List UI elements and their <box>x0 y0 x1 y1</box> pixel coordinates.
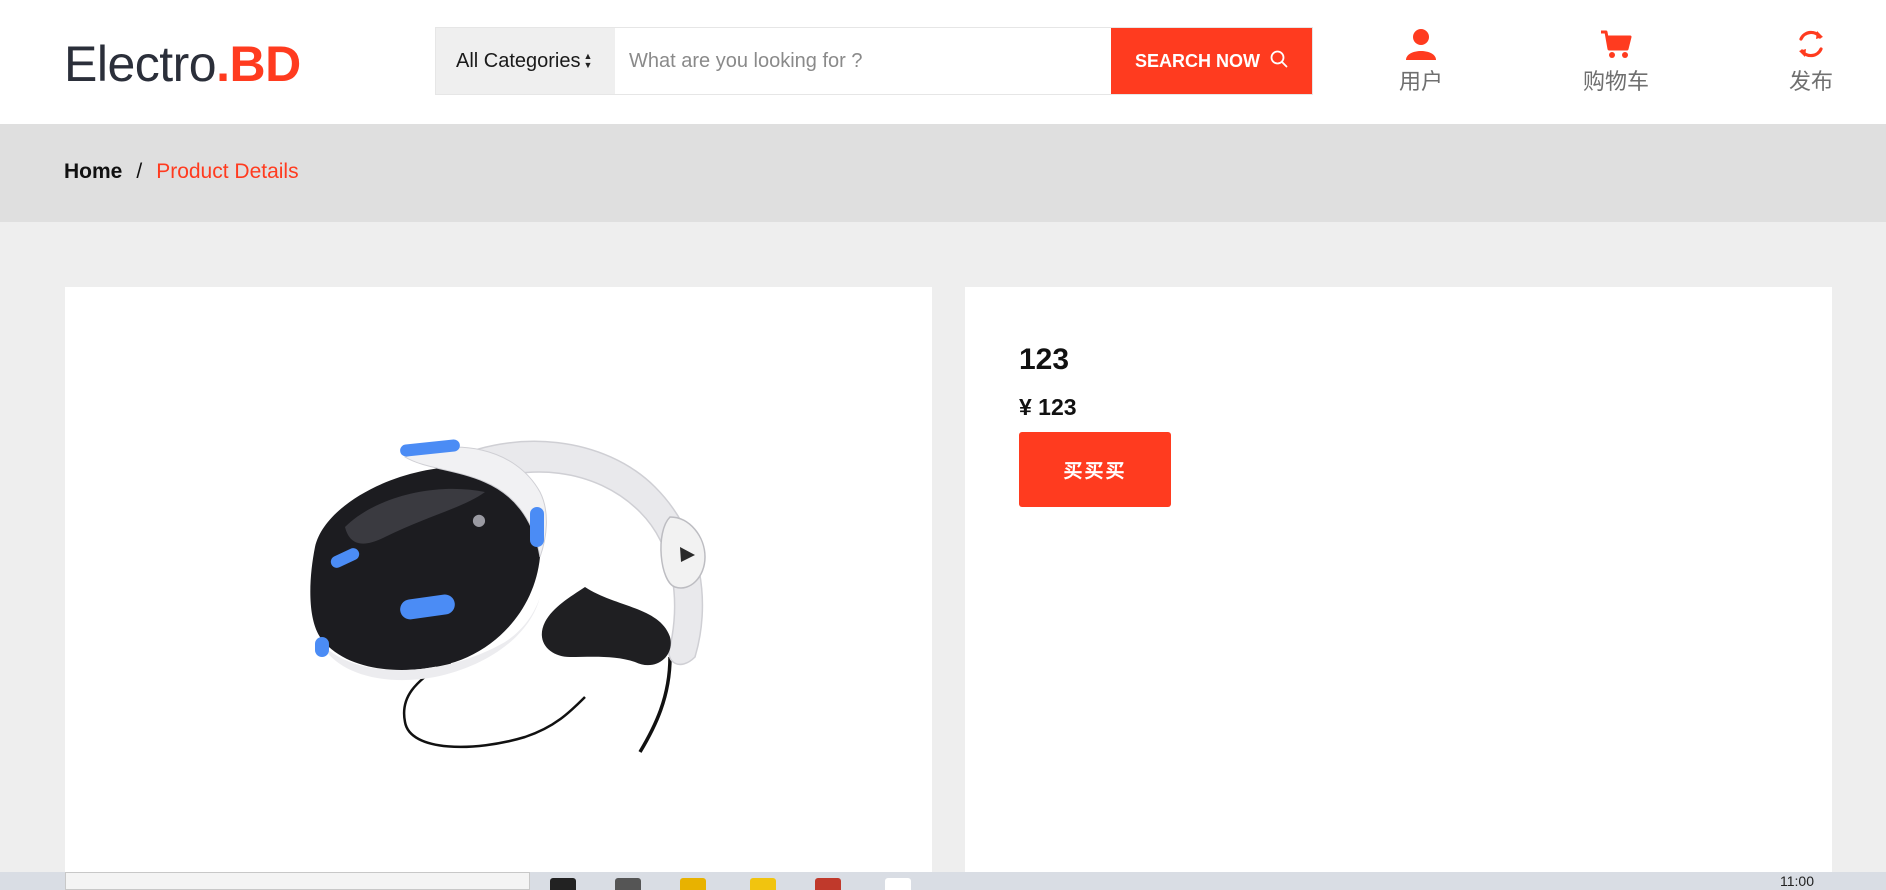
category-select-label: All Categories <box>456 49 581 72</box>
user-link[interactable]: 用户 <box>1396 24 1446 96</box>
buy-button[interactable]: 买买买 <box>1019 432 1171 507</box>
category-select[interactable]: All Categories ▲ ▼ <box>436 28 615 94</box>
taskbar-app-icon[interactable] <box>885 878 911 890</box>
cart-label: 购物车 <box>1582 69 1649 94</box>
os-taskbar: 11:00 <box>0 872 1886 890</box>
breadcrumb-home-link[interactable]: Home <box>64 160 122 184</box>
product-price: ¥ 123 <box>1019 394 1077 420</box>
publish-label: 发布 <box>1788 69 1833 94</box>
search-icon <box>1270 50 1288 73</box>
refresh-icon <box>1795 24 1827 64</box>
product-info-panel: 123 ¥ 123 买买买 <box>965 287 1832 890</box>
taskbar-app-icon[interactable] <box>615 878 641 890</box>
publish-link[interactable]: 发布 <box>1786 24 1836 96</box>
search-input[interactable] <box>615 28 1111 94</box>
search-bar: All Categories ▲▼ SEARCH NOW <box>435 27 1313 95</box>
breadcrumb-separator: / <box>136 160 143 183</box>
taskbar-app-icon[interactable] <box>550 878 576 890</box>
svg-text:●: ● <box>472 510 486 529</box>
sort-arrows-icon: ▲ ▼ <box>583 51 593 70</box>
search-now-label: SEARCH NOW <box>1135 50 1260 71</box>
product-name: 123 <box>1019 343 1070 376</box>
product-image: ● <box>285 407 745 772</box>
product-image-panel: ● <box>65 287 932 890</box>
taskbar-search-box[interactable] <box>65 872 530 890</box>
taskbar-clock: 11:00 <box>1780 873 1814 889</box>
site-header: Electro.BD All Categories ▲▼ SEARCH NOW <box>0 0 1886 124</box>
breadcrumb-current: Product Details <box>156 160 299 183</box>
taskbar-app-icon[interactable] <box>815 878 841 890</box>
taskbar-app-icon[interactable] <box>680 878 706 890</box>
taskbar-app-icon[interactable] <box>750 878 776 890</box>
logo-accent-text: .BD <box>216 36 301 92</box>
cart-icon <box>1600 24 1632 64</box>
search-now-button[interactable]: SEARCH NOW <box>1111 28 1312 94</box>
breadcrumb: Home / Product Details <box>64 160 299 184</box>
logo-main-text: Electro <box>64 36 217 92</box>
user-label: 用户 <box>1398 69 1443 94</box>
breadcrumb-bar: Home / Product Details <box>0 124 1886 222</box>
site-logo[interactable]: Electro.BD <box>64 36 301 92</box>
cart-link[interactable]: 购物车 <box>1576 24 1656 96</box>
user-icon <box>1404 24 1438 64</box>
